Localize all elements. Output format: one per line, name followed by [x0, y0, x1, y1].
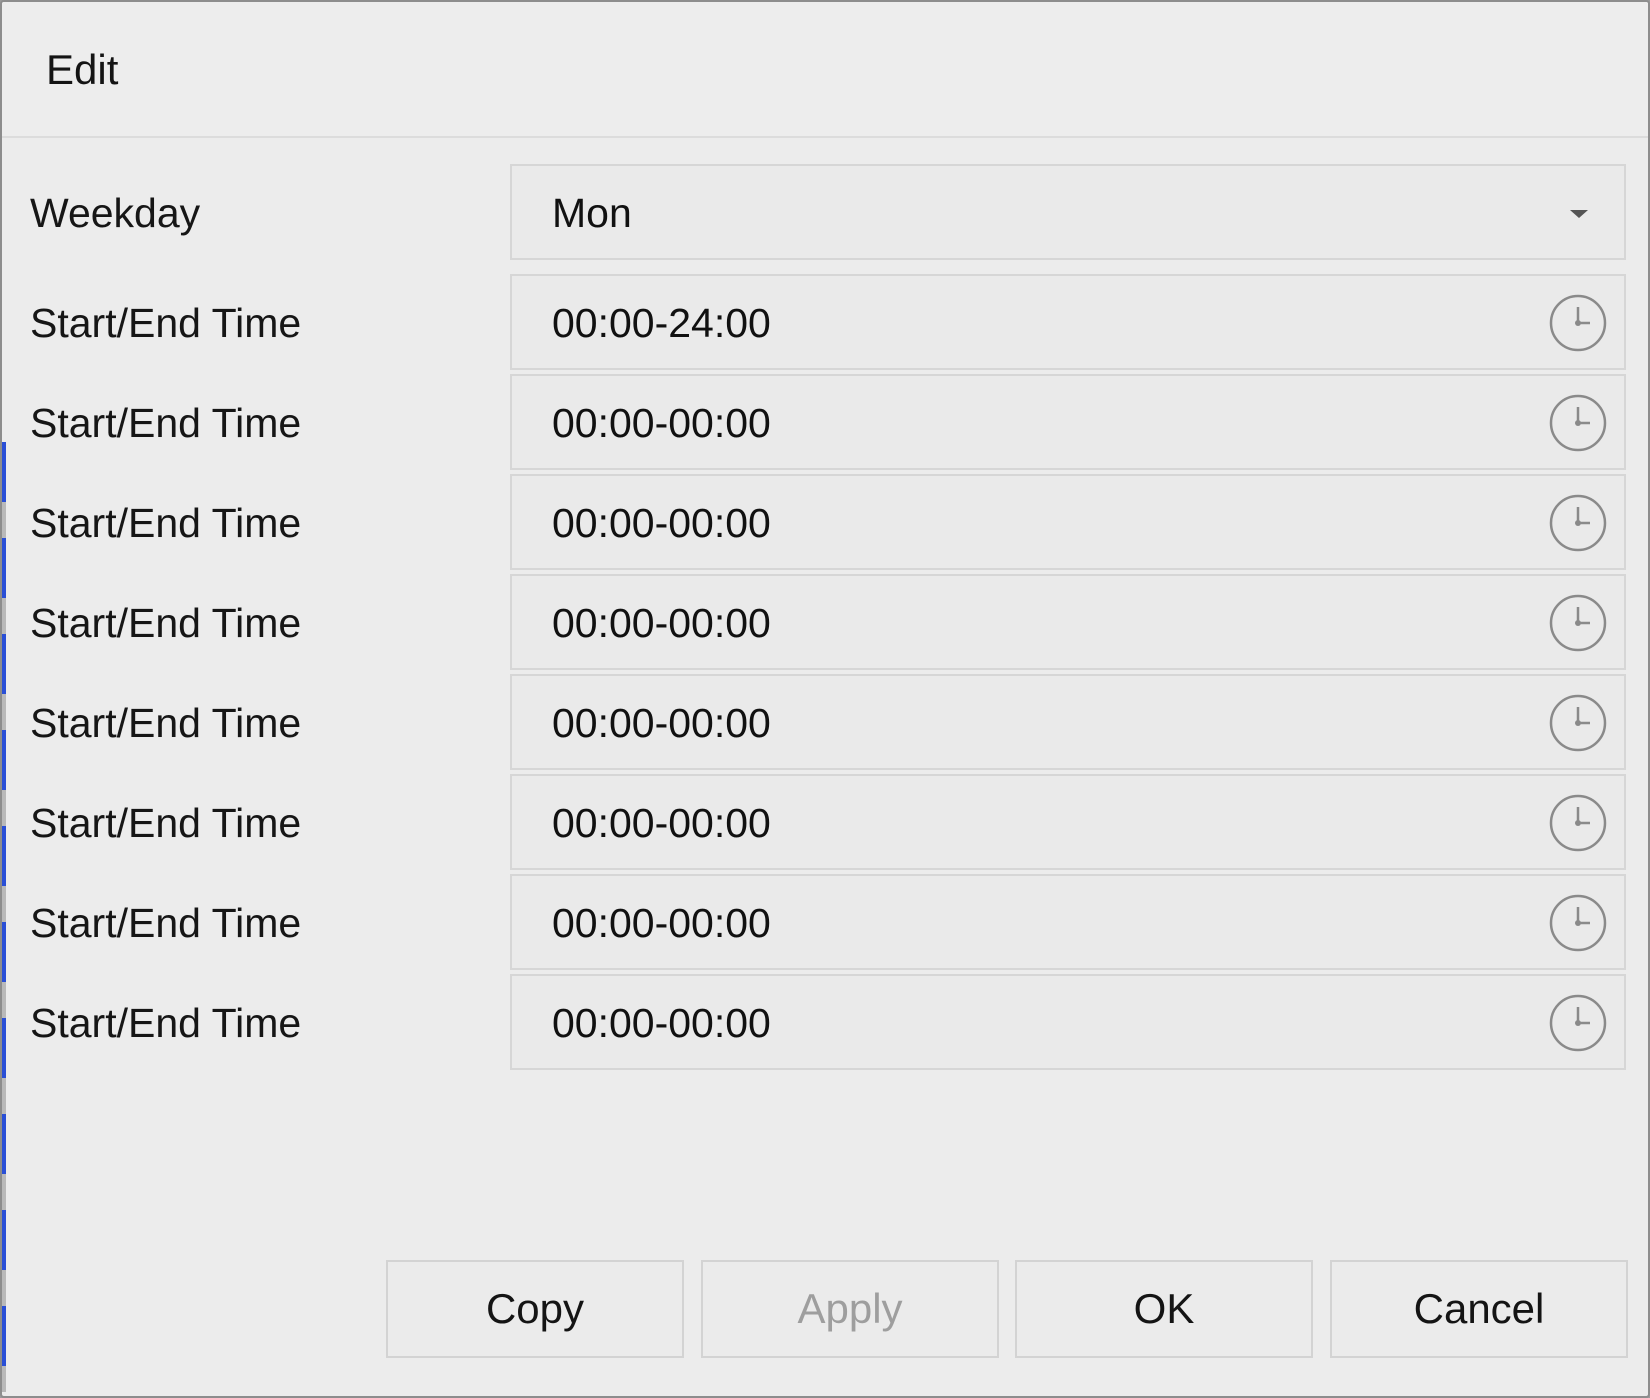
time-row-8-label: Start/End Time: [30, 1000, 302, 1046]
time-row-1-field[interactable]: 00:00-24:00: [510, 274, 1626, 370]
clock-icon[interactable]: [1548, 893, 1608, 953]
clock-icon[interactable]: [1548, 293, 1608, 353]
time-row-6-value: 00:00-00:00: [552, 800, 771, 846]
dialog-titlebar: Edit: [2, 2, 1648, 138]
clock-icon[interactable]: [1548, 793, 1608, 853]
time-row-8-field[interactable]: 00:00-00:00: [510, 974, 1626, 1070]
time-row-6-label: Start/End Time: [30, 800, 302, 846]
weekday-select[interactable]: Mon: [510, 164, 1626, 260]
time-row-1-value: 00:00-24:00: [552, 300, 771, 346]
time-row-4-label: Start/End Time: [30, 600, 302, 646]
time-row-4-field[interactable]: 00:00-00:00: [510, 574, 1626, 670]
dialog-title: Edit: [46, 46, 119, 93]
time-row-3-field[interactable]: 00:00-00:00: [510, 474, 1626, 570]
time-row-2-field[interactable]: 00:00-00:00: [510, 374, 1626, 470]
time-row-2-label: Start/End Time: [30, 400, 302, 446]
time-row-7-field[interactable]: 00:00-00:00: [510, 874, 1626, 970]
time-row-5-field[interactable]: 00:00-00:00: [510, 674, 1626, 770]
time-row-4-value: 00:00-00:00: [552, 600, 771, 646]
weekday-value: Mon: [552, 190, 632, 236]
time-row-2-value: 00:00-00:00: [552, 400, 771, 446]
copy-button[interactable]: Copy: [386, 1260, 684, 1358]
time-row-1-label: Start/End Time: [30, 300, 302, 346]
clock-icon[interactable]: [1548, 993, 1608, 1053]
time-row-3-label: Start/End Time: [30, 500, 302, 546]
chevron-down-icon: [1570, 210, 1588, 218]
clock-icon[interactable]: [1548, 693, 1608, 753]
ok-button[interactable]: OK: [1015, 1260, 1313, 1358]
time-row-8-value: 00:00-00:00: [552, 1000, 771, 1046]
cancel-button[interactable]: Cancel: [1330, 1260, 1628, 1358]
background-edge: [2, 442, 6, 1392]
apply-button[interactable]: Apply: [701, 1260, 999, 1358]
time-row-5-label: Start/End Time: [30, 700, 302, 746]
clock-icon[interactable]: [1548, 493, 1608, 553]
time-row-3-value: 00:00-00:00: [552, 500, 771, 546]
time-row-7-value: 00:00-00:00: [552, 900, 771, 946]
clock-icon[interactable]: [1548, 593, 1608, 653]
weekday-label: Weekday: [30, 190, 201, 236]
clock-icon[interactable]: [1548, 393, 1608, 453]
time-row-5-value: 00:00-00:00: [552, 700, 771, 746]
time-row-7-label: Start/End Time: [30, 900, 302, 946]
time-row-6-field[interactable]: 00:00-00:00: [510, 774, 1626, 870]
edit-dialog: Edit Weekday Mon Start/End Time 00:00-24…: [0, 0, 1650, 1398]
